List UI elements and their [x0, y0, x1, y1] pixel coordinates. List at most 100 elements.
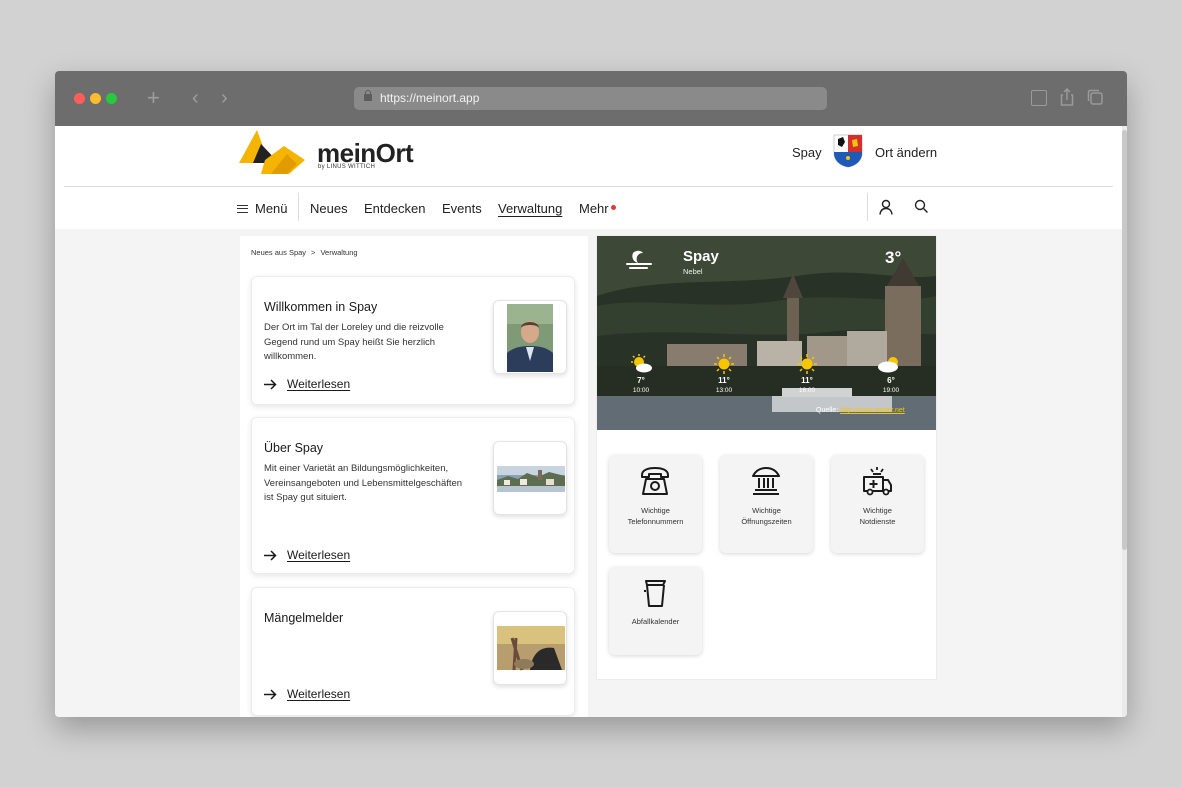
url-text: https://meinort.app: [380, 91, 480, 105]
sun-icon: [714, 354, 734, 374]
card-text: Mit einer Varietät an Bildungsmöglichkei…: [264, 463, 463, 504]
village-photo: [497, 466, 565, 492]
lock-icon: [364, 90, 372, 101]
tile-notdienste[interactable]: Wichtige Notdienste: [831, 455, 924, 553]
meinort-logo-icon[interactable]: [239, 130, 305, 174]
portrait-thumbnail: [493, 300, 567, 374]
tabs-overview-icon[interactable]: [1087, 89, 1104, 106]
town-crest-icon: [833, 134, 863, 168]
link-label: Weiterlesen: [287, 548, 351, 562]
weiterlesen-link[interactable]: Weiterlesen: [264, 548, 350, 562]
menu-button[interactable]: Menü: [237, 201, 288, 216]
tile-abfallkalender[interactable]: Abfallkalender: [609, 567, 702, 655]
card-willkommen[interactable]: Willkommen in Spay Der Ort im Tal der Lo…: [251, 276, 575, 405]
portrait-photo: [507, 304, 553, 372]
waste-bin-icon: [644, 580, 666, 607]
nav-entdecken[interactable]: Entdecken: [364, 201, 425, 216]
tile-label: Telefonnummern: [627, 517, 684, 526]
breadcrumb-parent[interactable]: Neues aus Spay: [251, 248, 306, 257]
nav-neues[interactable]: Neues: [310, 201, 348, 216]
link-label: Weiterlesen: [287, 687, 351, 701]
tile-label: Abfallkalender: [631, 617, 680, 626]
scrollbar-thumb[interactable]: [1122, 130, 1127, 550]
site-header: meinOrt by LINUS WITTICH Spay Ort ändern…: [55, 126, 1122, 229]
nav-events[interactable]: Events: [442, 201, 482, 216]
weather-temperature: 3°: [885, 248, 902, 267]
tile-oeffnungszeiten[interactable]: Wichtige Öffnungszeiten: [720, 455, 813, 553]
card-maengelmelder[interactable]: Mängelmelder Weiterlesen: [251, 587, 575, 716]
weather-town: Spay: [683, 248, 719, 265]
card-title: Willkommen in Spay: [264, 300, 378, 314]
maximize-window-button[interactable]: [106, 93, 117, 104]
telephone-icon: [641, 467, 669, 495]
tile-label: Öffnungszeiten: [741, 517, 792, 526]
browser-toolbar: + ‹ › https://meinort.app: [55, 71, 1127, 126]
hamburger-icon: [237, 204, 248, 213]
sun-icon: [797, 354, 817, 374]
forecast-temp: 7°: [637, 376, 645, 385]
forecast-time: 16:00: [798, 387, 816, 394]
user-icon[interactable]: [879, 199, 893, 215]
search-icon[interactable]: [914, 199, 929, 214]
page-scrollbar[interactable]: [1122, 126, 1127, 717]
sun-cloud-icon: [631, 354, 652, 373]
browser-window: + ‹ › https://meinort.app meinOrt by LIN…: [55, 71, 1127, 717]
village-thumbnail: [493, 441, 567, 515]
card-title: Über Spay: [264, 441, 324, 455]
header-divider: [64, 186, 1113, 187]
moon-fog-icon: [626, 250, 652, 269]
weather-source: Quelle: http://www.wetter.net: [816, 407, 905, 414]
arrow-right-icon: [264, 378, 277, 390]
arrow-right-icon: [264, 549, 277, 561]
logo-subtitle: by LINUS WITTICH: [318, 164, 376, 170]
forecast-time: 19:00: [882, 387, 900, 394]
nav-mehr[interactable]: Mehr: [579, 201, 609, 216]
tile-telefonnummern[interactable]: Wichtige Telefonnummern: [609, 455, 702, 553]
address-bar[interactable]: https://meinort.app: [354, 87, 827, 110]
forecast-time: 13:00: [715, 387, 733, 394]
news-column: Neues aus Spay > Verwaltung Willkommen in …: [240, 236, 588, 717]
ambulance-icon: [863, 467, 892, 496]
service-column: Spay Nebel 3° 7° 10:00 11° 13:00 11° 16:…: [597, 236, 936, 679]
weather-widget[interactable]: Spay Nebel 3° 7° 10:00 11° 13:00 11° 16:…: [597, 236, 936, 430]
weather-condition: Nebel: [683, 267, 703, 276]
web-page: meinOrt by LINUS WITTICH Spay Ort ändern…: [55, 126, 1127, 717]
new-tab-icon[interactable]: +: [147, 87, 160, 109]
breadcrumb-current: Verwaltung: [320, 248, 358, 257]
nav-divider: [298, 193, 299, 221]
tile-label: Wichtige: [752, 506, 781, 515]
forecast-temp: 11°: [801, 376, 813, 385]
nav-verwaltung[interactable]: Verwaltung: [498, 201, 562, 216]
tile-label: Notdienste: [859, 517, 896, 526]
town-hall-icon: [752, 467, 780, 495]
reader-icon[interactable]: [1031, 90, 1047, 106]
card-title: Mängelmelder: [264, 611, 344, 625]
minimize-window-button[interactable]: [90, 93, 101, 104]
litter-thumbnail: [493, 611, 567, 685]
current-town: Spay: [792, 145, 822, 160]
weiterlesen-link[interactable]: Weiterlesen: [264, 377, 350, 391]
close-window-button[interactable]: [74, 93, 85, 104]
forecast-temp: 6°: [887, 376, 895, 385]
weather-source-link[interactable]: http://www.wetter.net: [840, 407, 905, 414]
card-ueber-spay[interactable]: Über Spay Mit einer Varietät an Bildungs…: [251, 417, 575, 574]
forecast-temp: 11°: [718, 376, 730, 385]
weiterlesen-link[interactable]: Weiterlesen: [264, 687, 350, 701]
notification-dot: [611, 205, 616, 210]
weather-source-label: Quelle:: [816, 407, 839, 414]
link-label: Weiterlesen: [287, 377, 351, 391]
arrow-right-icon: [264, 688, 277, 700]
breadcrumb: Neues aus Spay > Verwaltung: [251, 248, 358, 257]
share-icon[interactable]: [1060, 88, 1074, 106]
tile-label: Wichtige: [863, 506, 892, 515]
tile-label: Wichtige: [641, 506, 670, 515]
change-town-link[interactable]: Ort ändern: [875, 145, 937, 160]
breadcrumb-separator: >: [311, 248, 316, 257]
back-icon[interactable]: ‹: [192, 87, 199, 109]
cloud-sun-icon: [878, 357, 898, 373]
card-text: Der Ort im Tal der Loreley und die reizv…: [264, 322, 444, 363]
menu-label: Menü: [255, 201, 288, 216]
litter-photo: [497, 626, 565, 671]
forward-icon[interactable]: ›: [221, 87, 228, 109]
nav-divider-right: [867, 193, 868, 221]
